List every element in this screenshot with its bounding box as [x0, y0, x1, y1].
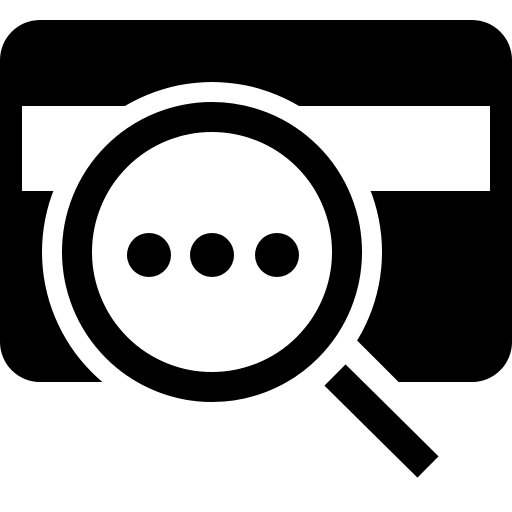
dot-1	[127, 233, 171, 277]
icon-canvas	[0, 0, 512, 512]
card-search-icon	[0, 20, 512, 478]
dot-2	[190, 233, 234, 277]
dot-3	[255, 233, 299, 277]
magnifier-handle	[324, 364, 439, 478]
